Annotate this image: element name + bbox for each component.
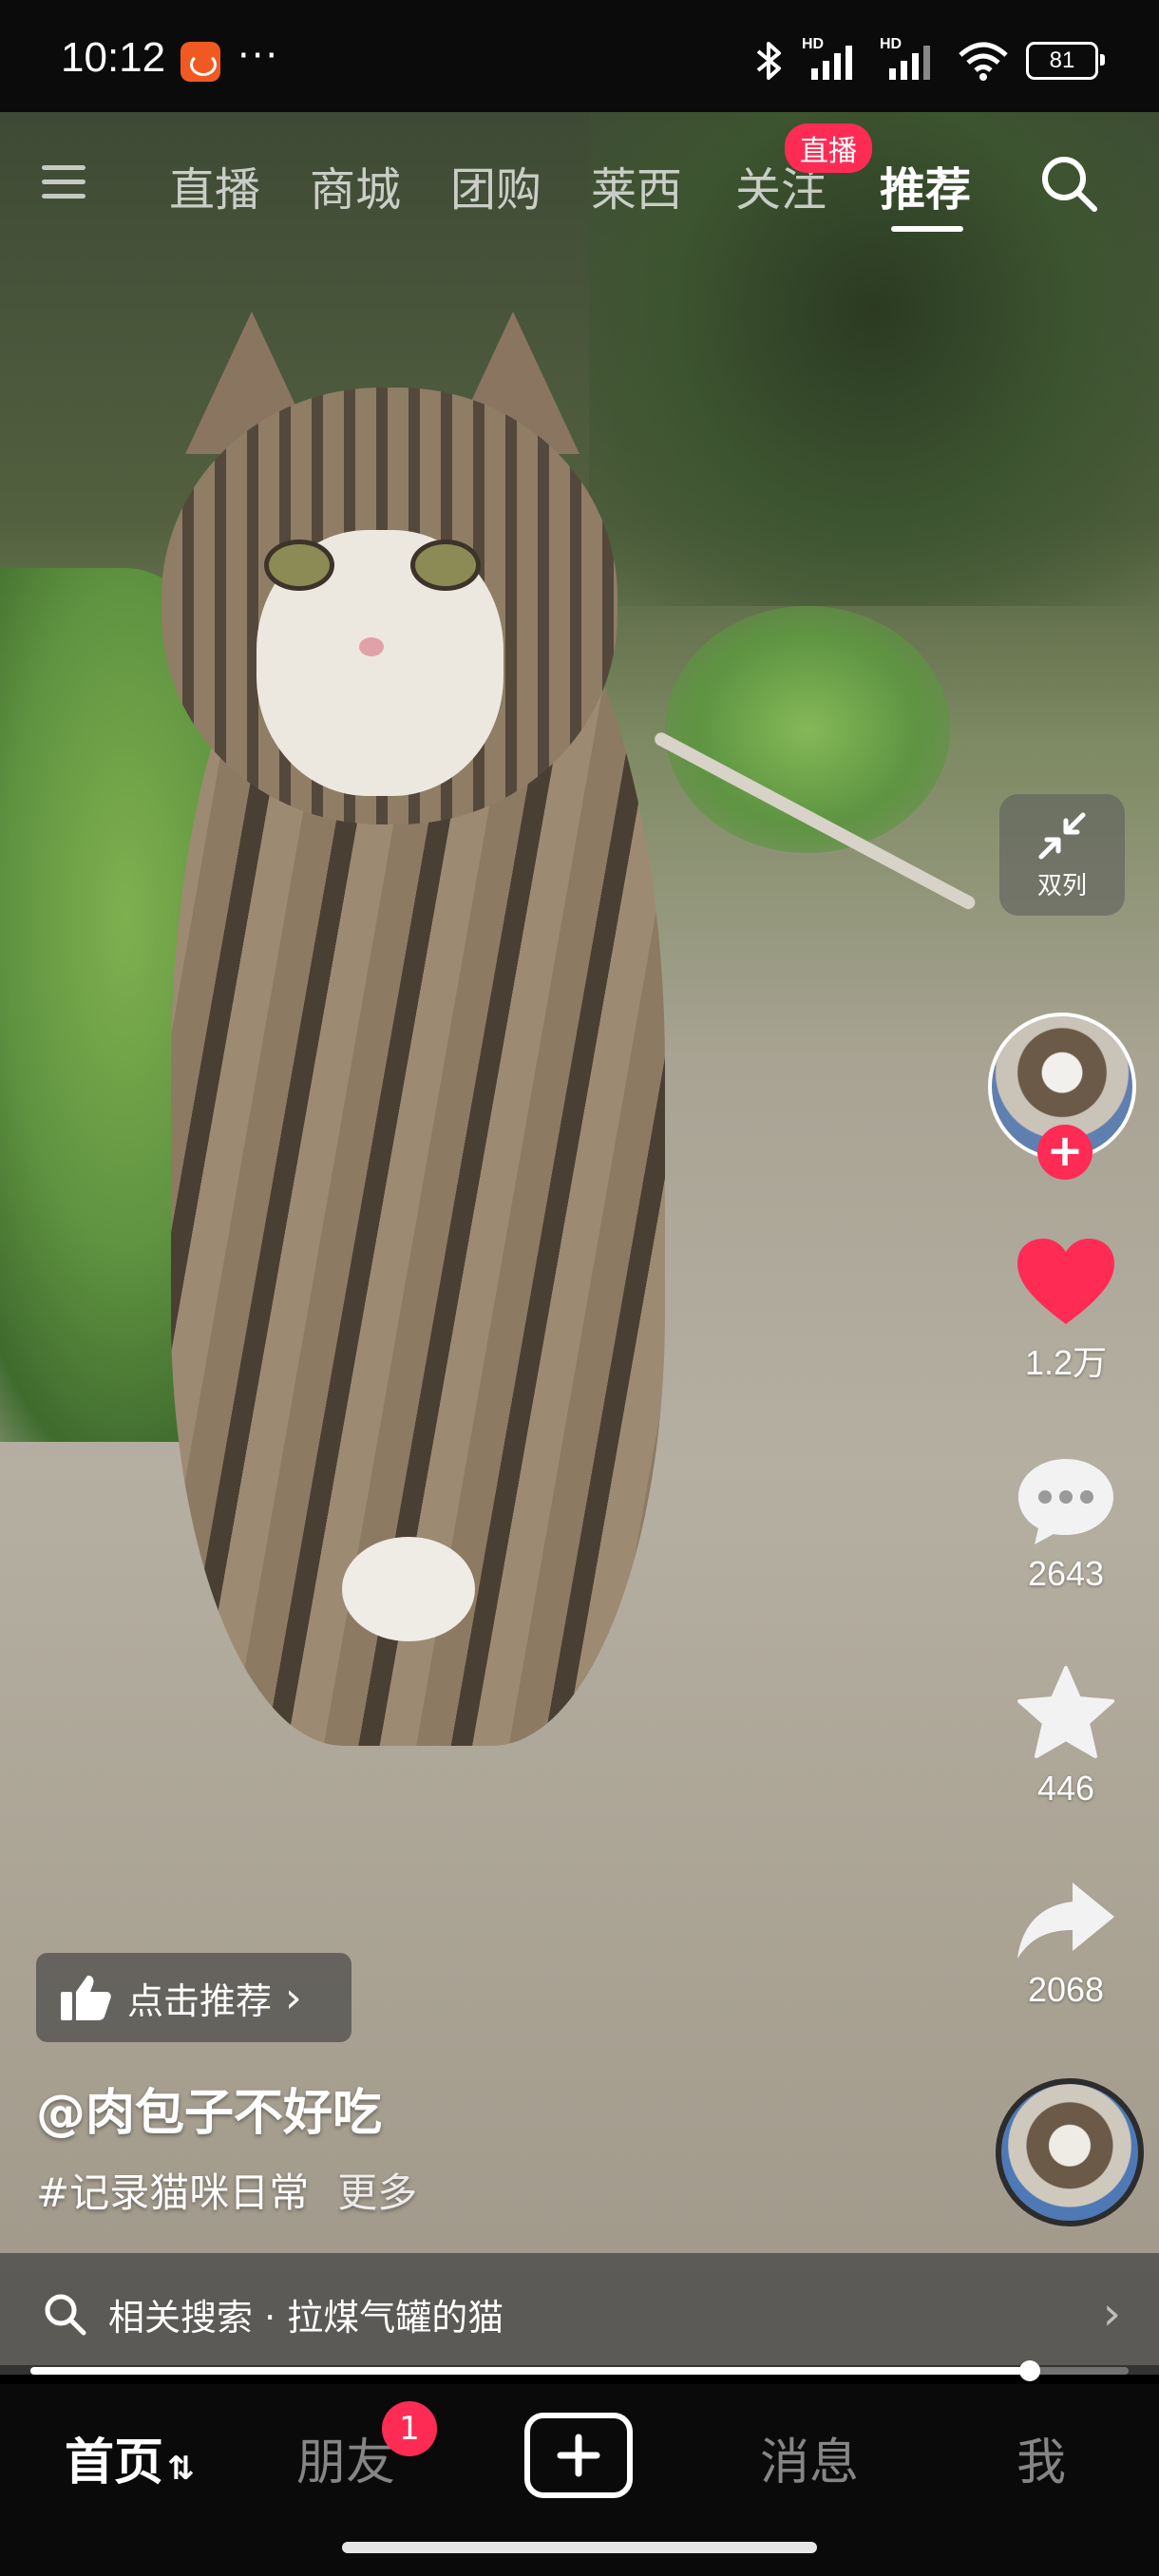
network-type-2: HD (880, 36, 902, 52)
heart-icon (1017, 1239, 1114, 1324)
friends-badge: 1 (382, 2401, 437, 2456)
recommend-button[interactable]: 点击推荐 › (36, 1953, 352, 2042)
share-button[interactable]: 2068 (988, 1879, 1144, 2010)
tab-recommend[interactable]: 推荐 (880, 152, 971, 218)
clock: 10:12 (61, 34, 166, 81)
battery-level: 81 (1049, 47, 1075, 73)
comment-button[interactable]: 2643 (988, 1453, 1144, 1594)
signal-1-icon: HD (802, 36, 863, 82)
search-icon (45, 2294, 86, 2336)
swap-icon: ⇅ (167, 2450, 195, 2488)
bluetooth-icon (756, 42, 781, 80)
recommend-label: 点击推荐 (127, 1979, 273, 2022)
status-bar: 10:12 ··· HD HD 81 (0, 0, 1159, 112)
cat-paw (342, 1537, 475, 1641)
home-indicator (342, 2542, 817, 2553)
more-notifications-icon: ··· (238, 34, 280, 78)
hashtag-link[interactable]: #记录猫咪日常 (36, 2169, 309, 2216)
app-notification-icon (180, 42, 220, 82)
dual-column-label: 双列 (1036, 871, 1087, 900)
active-tab-indicator (891, 226, 963, 232)
favorite-button[interactable]: 446 (988, 1664, 1144, 1809)
share-count: 2068 (1027, 1970, 1105, 2009)
thumbs-up-icon (61, 1975, 111, 2020)
dual-column-button[interactable]: 双列 (999, 794, 1125, 916)
nav-home-label: 首页 (65, 2434, 164, 2491)
nav-messages[interactable]: 消息 (760, 2422, 859, 2493)
author-avatar[interactable]: + (988, 1013, 1136, 1180)
more-link[interactable]: 更多 (337, 2169, 417, 2216)
tab-local[interactable]: 莱西 (591, 152, 682, 218)
nav-me[interactable]: 我 (1016, 2422, 1066, 2493)
like-button[interactable]: 1.2万 (988, 1235, 1144, 1385)
search-icon[interactable] (1037, 152, 1100, 215)
cat-eye-right (410, 540, 481, 591)
bottom-nav: 首页 ⇅ 朋友 1 消息 我 (0, 2384, 1159, 2576)
wifi-icon (959, 42, 1008, 81)
signal-2-icon: HD (880, 36, 940, 82)
favorite-count: 446 (1036, 1769, 1095, 1808)
author-name[interactable]: @肉包子不好吃 (36, 2073, 382, 2144)
related-search-label: 相关搜索 · 拉煤气罐的猫 (108, 2296, 504, 2339)
live-badge: 直播 (785, 123, 872, 173)
music-disc-icon[interactable] (996, 2078, 1144, 2226)
tab-live[interactable]: 直播 (169, 152, 260, 218)
progress-handle[interactable] (1018, 2360, 1040, 2381)
cat-eye-left (264, 540, 334, 591)
comment-icon (1018, 1459, 1113, 1544)
tab-group-buy[interactable]: 团购 (450, 152, 542, 218)
menu-icon[interactable] (42, 165, 86, 199)
collapse-icon (1038, 812, 1086, 859)
battery-icon: 81 (1026, 42, 1105, 80)
star-icon (1017, 1666, 1114, 1758)
nav-home[interactable]: 首页 ⇅ (65, 2422, 195, 2493)
follow-button[interactable]: + (1037, 1125, 1092, 1180)
share-arrow-icon (1017, 1883, 1114, 1959)
caption-row: #记录猫咪日常 更多 (36, 2161, 417, 2219)
related-search-bar[interactable]: 相关搜索 · 拉煤气罐的猫 › (0, 2253, 1159, 2375)
like-count: 1.2万 (1024, 1343, 1108, 1382)
chevron-right-icon: › (285, 1973, 302, 2022)
network-type-1: HD (802, 36, 825, 52)
chevron-right-icon: › (1102, 2287, 1121, 2340)
top-tab-bar: 直播 商城 团购 莱西 关注 直播 推荐 (0, 123, 1159, 237)
status-icons: HD HD 81 (752, 36, 1105, 84)
cat-nose (359, 637, 384, 656)
video-progress-bar[interactable] (30, 2360, 1129, 2381)
plus-icon (557, 2434, 600, 2477)
progress-fill (30, 2367, 1030, 2375)
nav-friends[interactable]: 朋友 (296, 2422, 395, 2493)
tab-mall[interactable]: 商城 (310, 152, 401, 218)
create-button[interactable] (524, 2413, 633, 2498)
comment-count: 2643 (1027, 1554, 1105, 1593)
